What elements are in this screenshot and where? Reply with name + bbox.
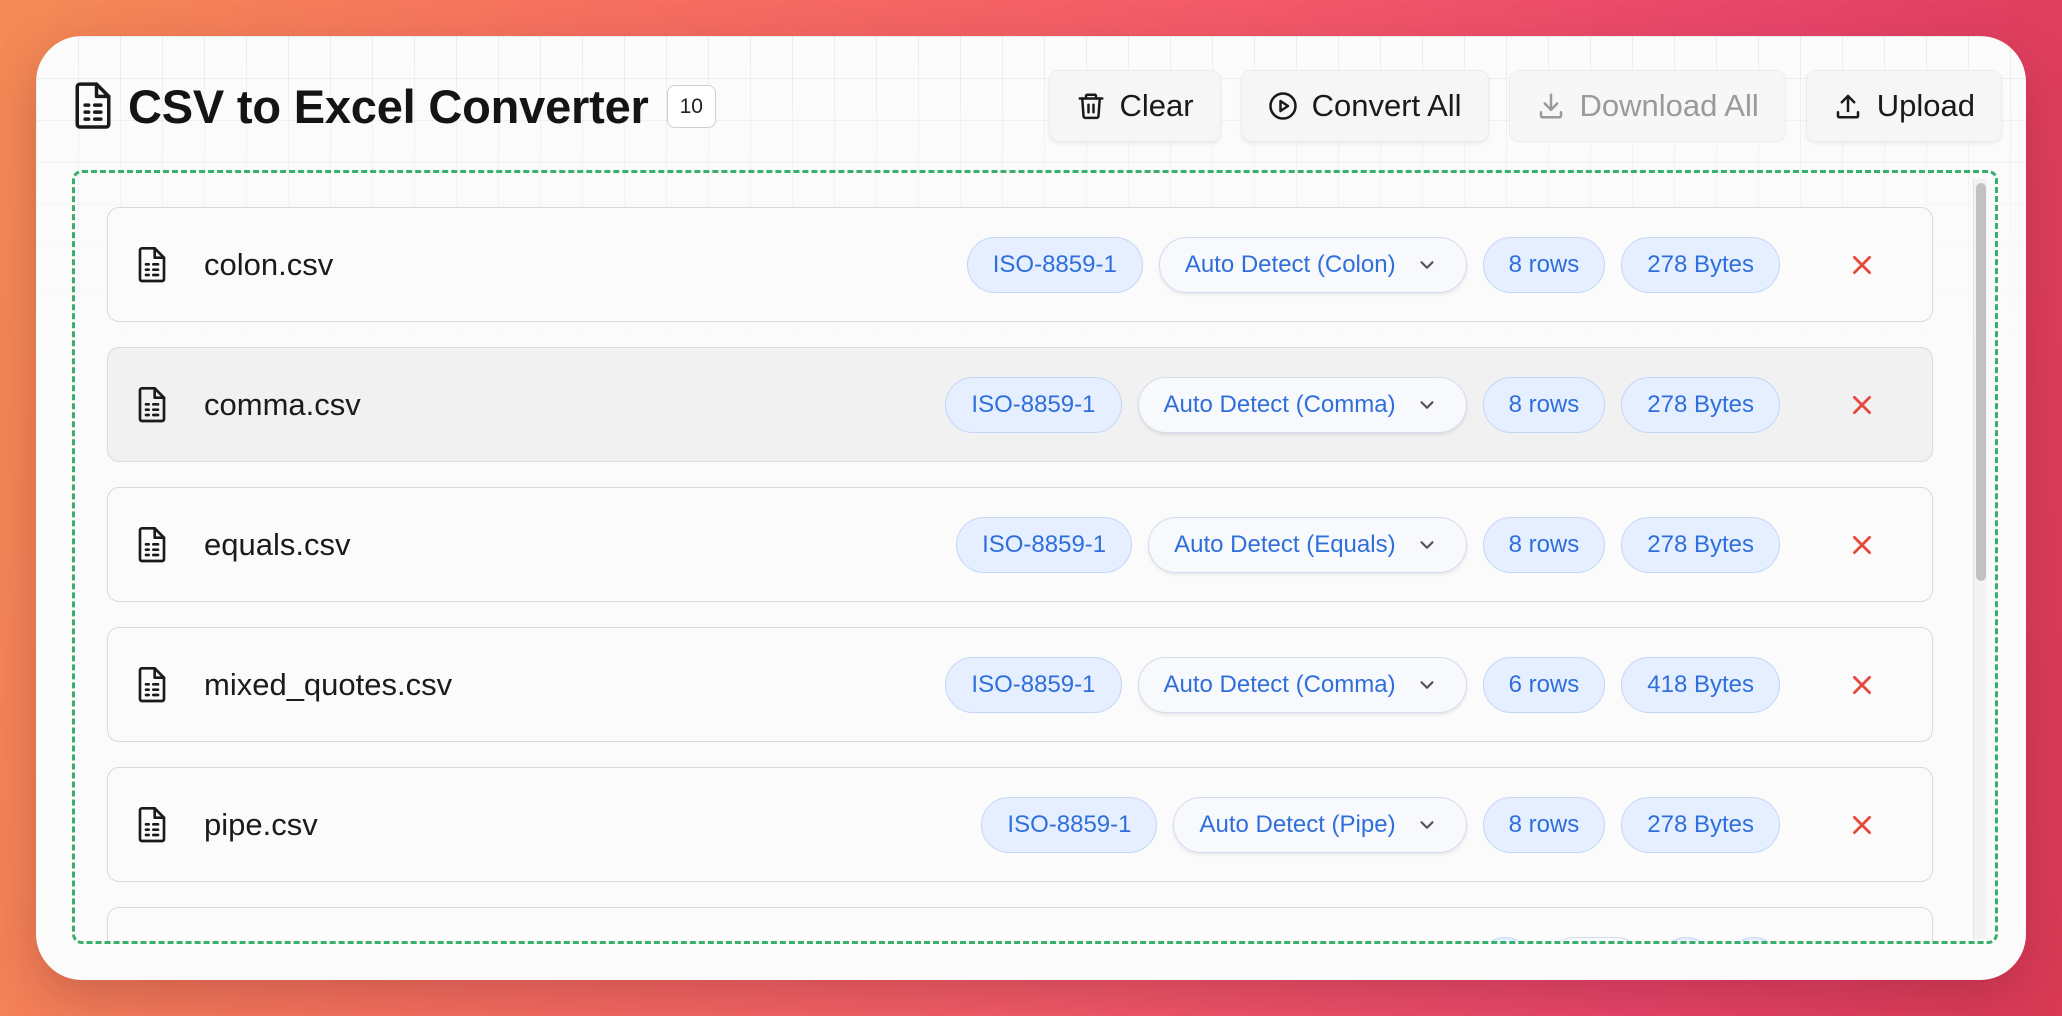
encoding-badge[interactable]: ISO-8859-1 — [945, 656, 1122, 713]
upload-button[interactable]: Upload — [1805, 70, 2002, 142]
file-spreadsheet-icon — [136, 525, 168, 565]
file-row[interactable]: comma.csv ISO-8859-1 Auto Detect (Comma)… — [107, 347, 1933, 462]
file-name: mixed_quotes.csv — [204, 666, 453, 702]
clear-button[interactable]: Clear — [1048, 70, 1221, 142]
delimiter-select[interactable]: Auto Detect (Comma) — [1137, 656, 1467, 713]
toolbar: Clear Convert All Download All Upload — [1048, 70, 2002, 142]
file-size-badge: 278 Bytes — [1621, 516, 1780, 573]
file-row[interactable]: mixed_quotes.csv ISO-8859-1 Auto Detect … — [107, 627, 1933, 742]
row-count-badge: 8 rows — [1482, 516, 1606, 573]
file-list: colon.csv ISO-8859-1 Auto Detect (Colon)… — [107, 207, 1933, 941]
convert-all-button[interactable]: Convert All — [1240, 70, 1489, 142]
file-row[interactable]: equals.csv ISO-8859-1 Auto Detect (Equal… — [107, 487, 1933, 602]
delimiter-select[interactable]: Auto Detect (Colon) — [1158, 236, 1467, 293]
chevron-down-icon — [1419, 540, 1434, 549]
row-count-badge: 8 rows — [1482, 376, 1606, 433]
scrollbar-thumb[interactable] — [1976, 183, 1986, 581]
delimiter-select[interactable]: Auto Detect (Pipe) — [1173, 796, 1467, 853]
file-size-badge: 278 Bytes — [1621, 796, 1780, 853]
file-size-badge: 278 Bytes — [1621, 376, 1780, 433]
chevron-down-icon — [1419, 680, 1434, 689]
file-name: colon.csv — [204, 246, 334, 282]
download-icon — [1539, 93, 1562, 119]
encoding-badge[interactable] — [1479, 936, 1531, 941]
encoding-badge[interactable]: ISO-8859-1 — [945, 376, 1122, 433]
delimiter-value: Auto Detect (Comma) — [1163, 670, 1396, 698]
close-icon — [1853, 675, 1871, 694]
delimiter-select[interactable] — [1547, 936, 1644, 941]
download-all-label: Download All — [1579, 88, 1759, 123]
delimiter-value: Auto Detect (Comma) — [1163, 390, 1396, 418]
file-row[interactable] — [107, 907, 1933, 941]
app-window: CSV to Excel Converter 10 Clear Convert … — [36, 36, 2026, 980]
file-drop-zone[interactable]: colon.csv ISO-8859-1 Auto Detect (Colon)… — [72, 170, 1998, 944]
file-size-badge: 278 Bytes — [1621, 236, 1780, 293]
encoding-badge[interactable]: ISO-8859-1 — [981, 796, 1158, 853]
delimiter-value: Auto Detect (Equals) — [1174, 530, 1396, 558]
file-spreadsheet-icon — [72, 81, 114, 131]
file-size-badge — [1728, 936, 1780, 941]
file-spreadsheet-icon — [136, 385, 168, 425]
title-group: CSV to Excel Converter 10 — [72, 79, 716, 134]
file-row[interactable]: pipe.csv ISO-8859-1 Auto Detect (Pipe) 8… — [107, 767, 1933, 882]
delimiter-select[interactable]: Auto Detect (Equals) — [1148, 516, 1467, 573]
row-count-badge: 6 rows — [1482, 656, 1606, 713]
delimiter-value: Auto Detect (Colon) — [1184, 250, 1396, 278]
play-circle-icon — [1268, 92, 1297, 120]
upload-label: Upload — [1876, 88, 1975, 123]
file-spreadsheet-icon — [136, 245, 168, 285]
file-name: pipe.csv — [204, 806, 318, 842]
page-title: CSV to Excel Converter — [128, 79, 649, 133]
row-count-badge: 8 rows — [1482, 236, 1606, 293]
chevron-down-icon — [1419, 260, 1434, 269]
delimiter-select[interactable]: Auto Detect (Comma) — [1137, 376, 1467, 433]
close-icon — [1853, 815, 1871, 834]
encoding-badge[interactable]: ISO-8859-1 — [956, 516, 1133, 573]
remove-file-button[interactable] — [1842, 525, 1882, 565]
trash-icon — [1078, 93, 1104, 120]
remove-file-button[interactable] — [1842, 805, 1882, 845]
remove-file-button[interactable] — [1842, 385, 1882, 425]
scrollbar[interactable] — [1973, 179, 1987, 939]
file-spreadsheet-icon — [136, 805, 168, 845]
file-size-badge: 418 Bytes — [1621, 656, 1780, 713]
file-name: equals.csv — [204, 526, 351, 562]
file-spreadsheet-icon — [136, 665, 168, 705]
download-all-button[interactable]: Download All — [1508, 70, 1786, 142]
file-row[interactable]: colon.csv ISO-8859-1 Auto Detect (Colon)… — [107, 207, 1933, 322]
close-icon — [1853, 255, 1871, 274]
upload-icon — [1836, 94, 1859, 119]
delimiter-value: Auto Detect (Pipe) — [1199, 810, 1396, 838]
row-count-badge — [1660, 936, 1712, 941]
file-name: comma.csv — [204, 386, 361, 422]
row-count-badge: 8 rows — [1482, 796, 1606, 853]
chevron-down-icon — [1419, 820, 1434, 829]
convert-all-label: Convert All — [1311, 88, 1462, 123]
close-icon — [1853, 395, 1871, 414]
file-count-badge: 10 — [666, 84, 716, 128]
clear-label: Clear — [1119, 88, 1194, 123]
header: CSV to Excel Converter 10 Clear Convert … — [72, 56, 2002, 156]
close-icon — [1853, 535, 1871, 554]
remove-file-button[interactable] — [1842, 665, 1882, 705]
encoding-badge[interactable]: ISO-8859-1 — [966, 236, 1143, 293]
chevron-down-icon — [1419, 400, 1434, 409]
remove-file-button[interactable] — [1842, 245, 1882, 285]
